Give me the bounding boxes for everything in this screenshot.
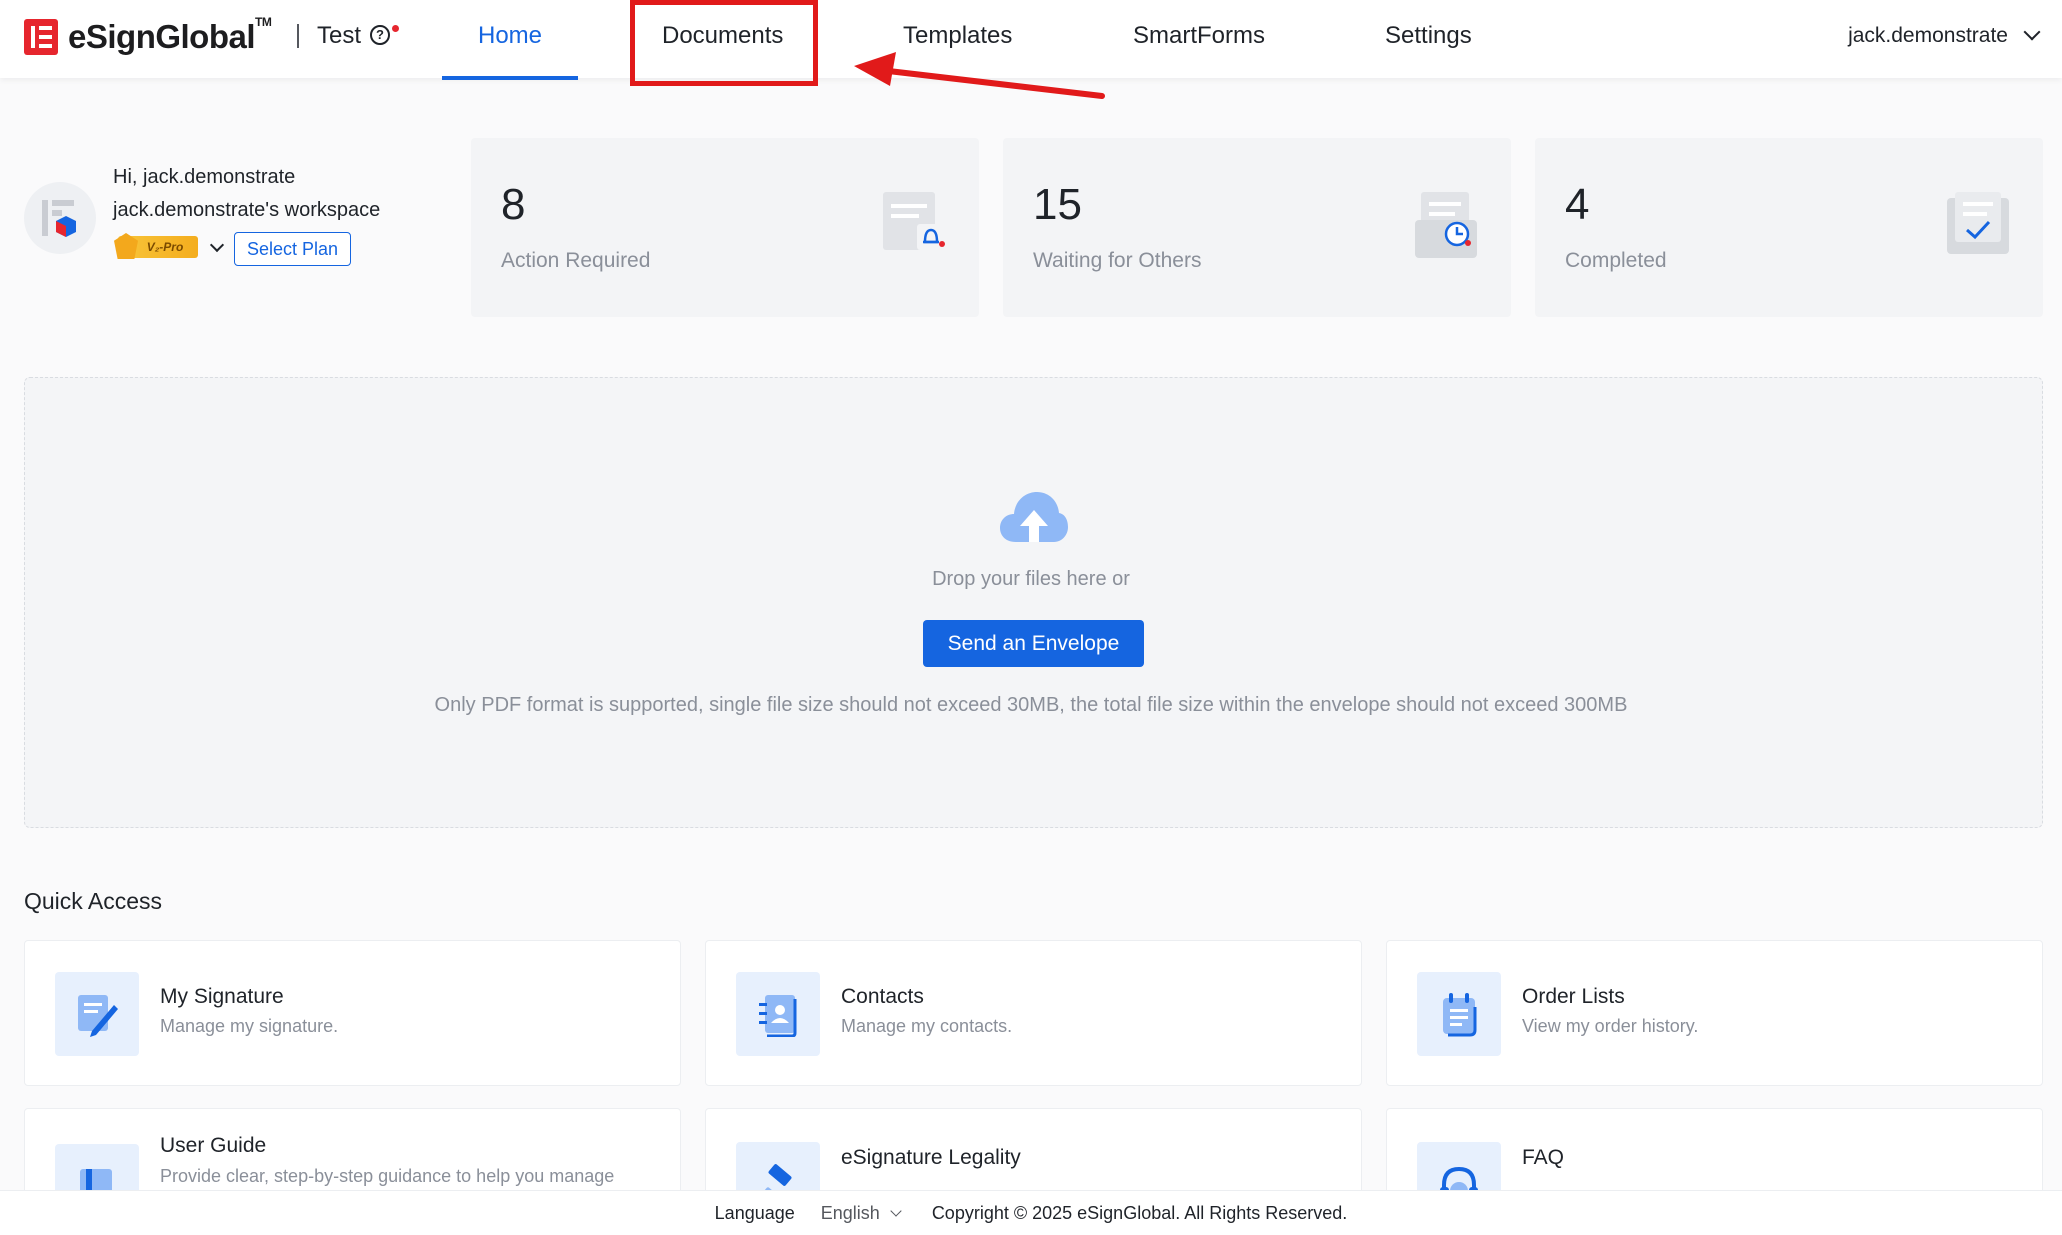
nav-tab-home[interactable]: Home xyxy=(478,22,542,50)
brand-name: eSignGlobal xyxy=(68,18,256,55)
nav-tab-settings[interactable]: Settings xyxy=(1385,22,1472,50)
quick-access-desc: Manage my signature. xyxy=(160,1016,339,1036)
greeting-text: Hi, jack.demonstrate xyxy=(113,166,296,188)
brand-trademark: TM xyxy=(255,15,272,29)
chevron-down-icon xyxy=(2023,23,2041,41)
workspace-logo-icon xyxy=(42,200,76,237)
stat-card-waiting-for-others[interactable]: 15 Waiting for Others xyxy=(1003,138,1511,317)
quick-access-name: Order Lists xyxy=(1522,985,1625,1008)
quick-access-name: FAQ xyxy=(1522,1146,1565,1169)
nav-tab-templates[interactable]: Templates xyxy=(903,22,1012,50)
quick-access-desc: View my order history. xyxy=(1522,1016,1699,1036)
avatar[interactable] xyxy=(24,182,96,254)
user-menu[interactable]: jack.demonstrate xyxy=(1848,23,2041,48)
quick-access-desc: Manage my contacts. xyxy=(841,1016,1013,1036)
footer: Language English Copyright © 2025 eSignG… xyxy=(0,1190,2062,1235)
notification-dot xyxy=(392,25,399,32)
quick-access-order-lists[interactable]: Order Lists View my order history. xyxy=(1386,940,2043,1086)
quick-access-name: My Signature xyxy=(160,985,284,1008)
chevron-down-icon[interactable] xyxy=(209,237,225,253)
workspace-name[interactable]: Test xyxy=(317,22,361,50)
stat-count: 4 xyxy=(1565,180,1590,229)
quick-access-name: Contacts xyxy=(841,985,924,1008)
language-value: English xyxy=(820,1202,880,1223)
file-drop-zone[interactable] xyxy=(24,377,2043,828)
annotation-highlight-box xyxy=(630,0,818,86)
diamond-icon xyxy=(114,233,138,259)
stat-count: 15 xyxy=(1033,180,1082,229)
stat-count: 8 xyxy=(501,180,526,229)
select-plan-button[interactable]: Select Plan xyxy=(234,232,351,266)
stat-card-action-required[interactable]: 8 Action Required xyxy=(471,138,979,317)
quick-access-title: Quick Access xyxy=(24,888,163,914)
drop-files-text: Drop your files here or xyxy=(932,568,1130,590)
annotation-arrow-icon xyxy=(854,52,1105,99)
quick-access-name: eSignature Legality xyxy=(841,1146,1021,1169)
language-label: Language xyxy=(714,1202,795,1223)
quick-access-my-signature[interactable]: My Signature Manage my signature. xyxy=(24,940,681,1086)
send-envelope-button[interactable]: Send an Envelope xyxy=(923,620,1144,667)
help-icon[interactable]: ? xyxy=(370,25,390,45)
plan-badge[interactable]: V₂-Pro xyxy=(114,233,198,259)
contacts-icon xyxy=(759,995,797,1037)
document-check-icon xyxy=(1947,192,2009,254)
quick-access-name: User Guide xyxy=(160,1134,267,1157)
quick-access-desc: Provide clear, step-by-step guidance to … xyxy=(160,1166,615,1186)
quick-access-contacts[interactable]: Contacts Manage my contacts. xyxy=(705,940,1362,1086)
cloud-upload-icon xyxy=(1000,492,1068,542)
logo-mark-icon xyxy=(24,19,58,55)
stat-label: Completed xyxy=(1565,249,1667,272)
workspace-label: jack.demonstrate's workspace xyxy=(113,199,381,221)
document-clock-icon xyxy=(1415,192,1477,258)
copyright-text: Copyright © 2025 eSignGlobal. All Rights… xyxy=(931,1202,1348,1223)
logo-divider xyxy=(297,24,299,48)
user-name: jack.demonstrate xyxy=(1848,24,2008,47)
chevron-down-icon xyxy=(890,1205,902,1217)
order-list-icon xyxy=(1443,993,1477,1037)
plan-badge-label: V₂-Pro xyxy=(146,240,184,254)
brand-logo[interactable]: eSignGlobalTM xyxy=(24,15,272,55)
stat-label: Waiting for Others xyxy=(1033,249,1202,272)
stat-card-completed[interactable]: 4 Completed xyxy=(1535,138,2043,317)
stat-label: Action Required xyxy=(501,249,651,272)
language-selector[interactable]: English xyxy=(820,1202,902,1224)
signature-icon xyxy=(78,995,118,1037)
active-tab-indicator xyxy=(442,76,578,80)
upload-requirements-note: Only PDF format is supported, single fil… xyxy=(434,694,1628,716)
document-bell-icon xyxy=(883,192,945,250)
nav-tab-smartforms[interactable]: SmartForms xyxy=(1133,22,1265,50)
